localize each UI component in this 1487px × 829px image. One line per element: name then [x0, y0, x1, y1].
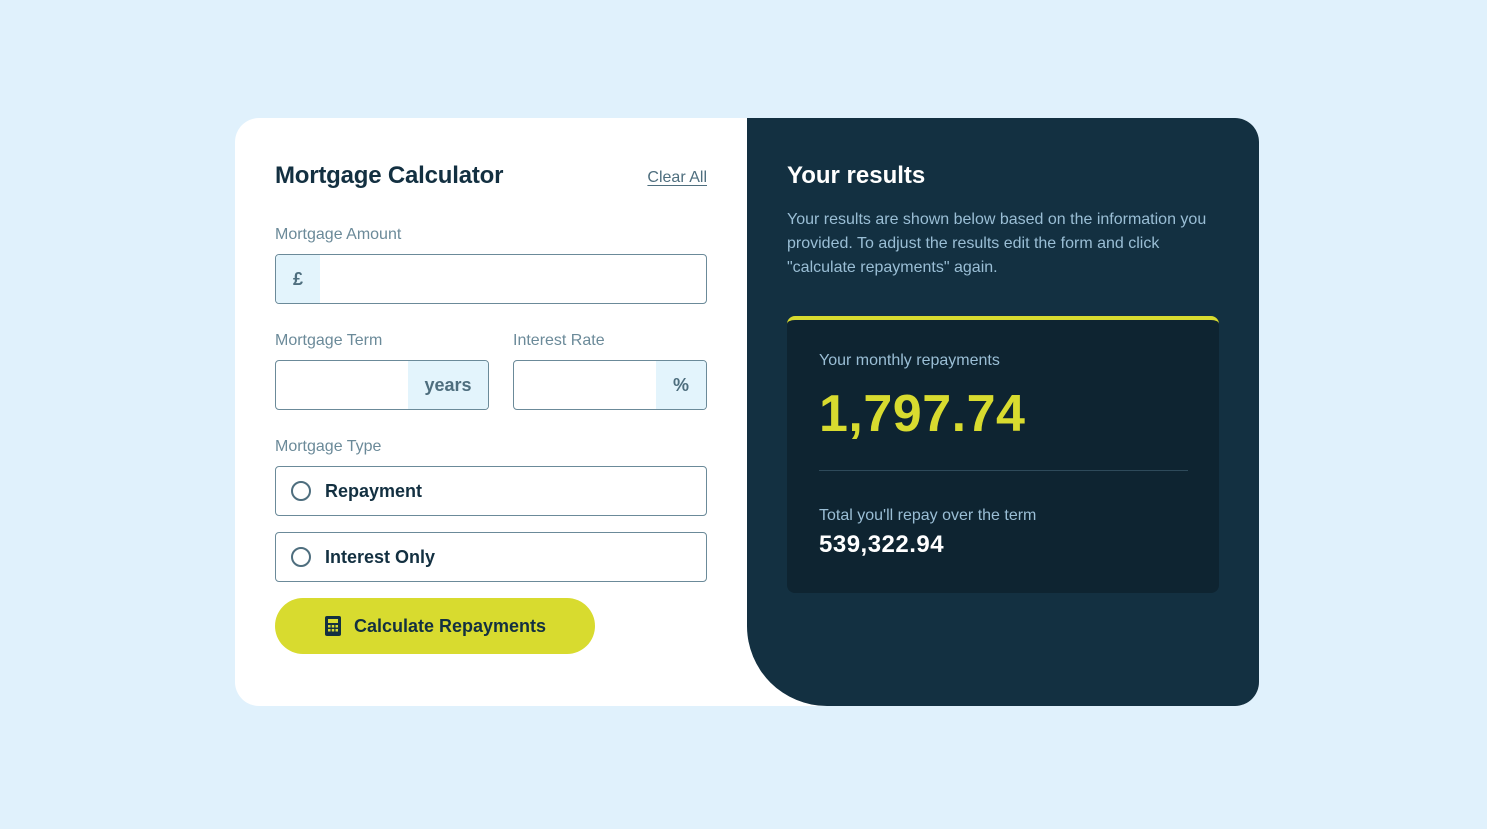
- monthly-repayments-value: 1,797.74: [819, 385, 1026, 443]
- mortgage-amount-input[interactable]: [320, 255, 706, 303]
- monthly-repayments-label: Your monthly repayments: [819, 352, 1000, 369]
- mortgage-amount-wrapper: £: [275, 254, 707, 304]
- result-summary-box: Your monthly repayments 1,797.74 Total y…: [787, 316, 1219, 593]
- calculate-repayments-label: Calculate Repayments: [353, 615, 547, 636]
- total-repay-value: 539,322.94: [819, 531, 945, 558]
- calculator-icon: [324, 616, 341, 636]
- form-panel: Mortgage Calculator Clear All Mortgage A…: [235, 118, 747, 706]
- repayment-option-label: Repayment: [325, 480, 423, 501]
- mortgage-amount-label: Mortgage Amount: [275, 226, 402, 243]
- results-panel: Your results Your results are shown belo…: [747, 118, 1259, 706]
- mortgage-type-group: Mortgage Type Repayment Interest Only: [275, 438, 707, 582]
- repayment-radio[interactable]: [291, 481, 311, 501]
- interest-rate-group: Interest Rate %: [513, 332, 707, 410]
- interest-only-option-label: Interest Only: [325, 546, 436, 567]
- term-rate-row: Mortgage Term years Interest Rate %: [275, 332, 707, 410]
- results-description: Your results are shown below based on th…: [787, 211, 1207, 276]
- result-divider: [819, 470, 1188, 471]
- years-suffix: years: [408, 361, 488, 409]
- mortgage-term-label: Mortgage Term: [275, 332, 383, 349]
- interest-rate-input[interactable]: [514, 361, 656, 409]
- percent-suffix: %: [656, 361, 706, 409]
- mortgage-type-label: Mortgage Type: [275, 438, 382, 455]
- calculator-card: Mortgage Calculator Clear All Mortgage A…: [235, 118, 1259, 706]
- interest-rate-wrapper: %: [513, 360, 707, 410]
- mortgage-term-wrapper: years: [275, 360, 489, 410]
- interest-only-option[interactable]: Interest Only: [275, 532, 707, 582]
- mortgage-amount-group: Mortgage Amount £: [275, 226, 707, 304]
- interest-rate-label: Interest Rate: [513, 332, 605, 349]
- page-title: Mortgage Calculator: [275, 162, 504, 189]
- total-repay-label: Total you'll repay over the term: [819, 507, 1037, 524]
- mortgage-term-input[interactable]: [276, 361, 408, 409]
- repayment-option[interactable]: Repayment: [275, 466, 707, 516]
- mortgage-term-group: Mortgage Term years: [275, 332, 489, 410]
- clear-all-link[interactable]: Clear All: [647, 169, 707, 187]
- calculate-repayments-button[interactable]: Calculate Repayments: [275, 598, 595, 654]
- form-header: Mortgage Calculator Clear All: [275, 158, 707, 194]
- results-title: Your results: [787, 162, 926, 189]
- pound-prefix: £: [276, 255, 320, 303]
- interest-only-radio[interactable]: [291, 547, 311, 567]
